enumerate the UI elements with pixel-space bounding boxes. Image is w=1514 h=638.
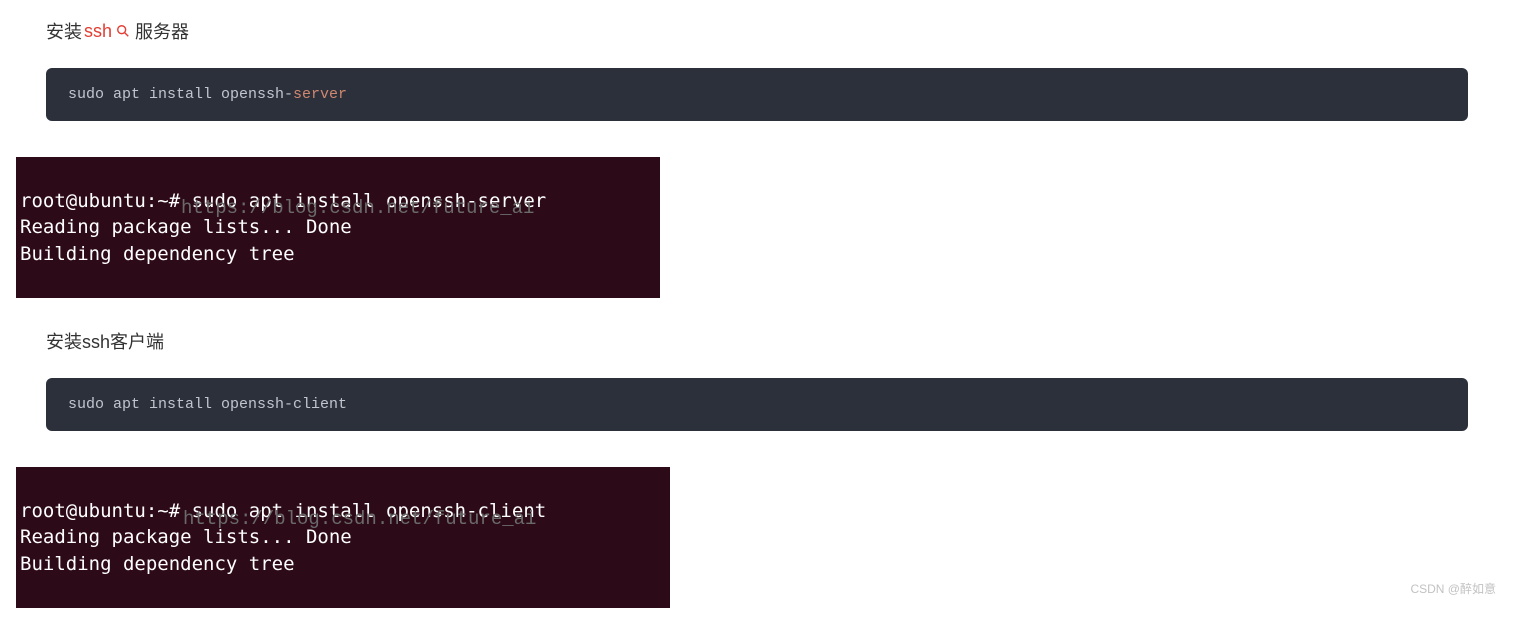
code-block-install-server[interactable]: sudo apt install openssh-server — [46, 68, 1468, 121]
terminal-line: Reading package lists... Done — [20, 526, 352, 548]
heading-ssh-highlight: ssh — [84, 21, 112, 42]
heading-text: 安装ssh客户端 — [46, 328, 164, 354]
terminal-line: Building dependency tree — [20, 243, 295, 265]
csdn-watermark: CSDN @醉如意 — [1410, 580, 1496, 597]
terminal-line: Reading package lists... Done — [20, 216, 352, 238]
terminal-line: root@ubuntu:~# sudo apt install openssh-… — [20, 190, 546, 212]
search-icon[interactable] — [115, 23, 131, 39]
code-block-install-client[interactable]: sudo apt install openssh-client — [46, 378, 1468, 431]
terminal-output-server: root@ubuntu:~# sudo apt install openssh-… — [16, 157, 660, 298]
heading-install-ssh-client: 安装ssh客户端 — [46, 328, 1468, 354]
terminal-line: Building dependency tree — [20, 553, 295, 575]
terminal-line: root@ubuntu:~# sudo apt install openssh-… — [20, 500, 546, 522]
code-text: sudo apt install openssh-client — [68, 396, 347, 413]
heading-text-post: 服务器 — [135, 18, 189, 44]
code-keyword: server — [293, 86, 347, 103]
heading-text-pre: 安装 — [46, 18, 82, 44]
heading-install-ssh-server: 安装 ssh 服务器 — [46, 18, 1468, 44]
code-text: sudo apt install openssh- — [68, 86, 293, 103]
